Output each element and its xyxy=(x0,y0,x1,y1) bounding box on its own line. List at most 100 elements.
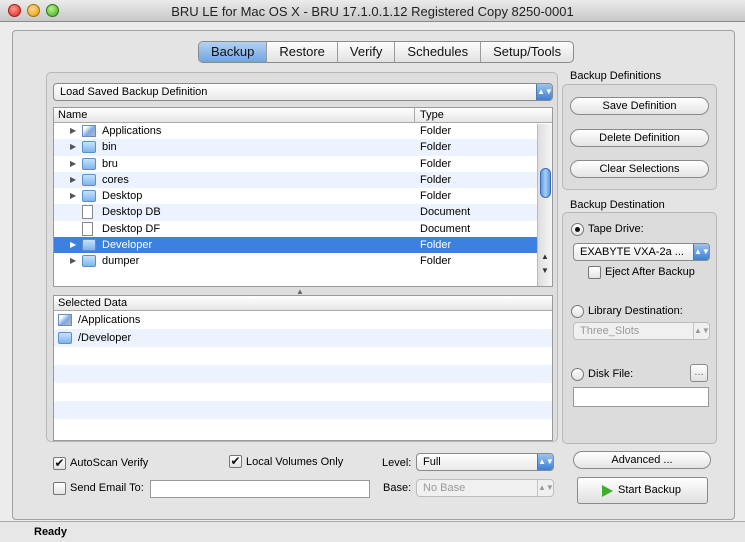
tab-verify[interactable]: Verify xyxy=(336,42,395,62)
file-type: Folder xyxy=(420,255,452,268)
file-type: Folder xyxy=(420,173,452,186)
file-row[interactable]: ▶ dumper Folder xyxy=(54,253,552,269)
file-name: bin xyxy=(102,141,117,154)
empty-row xyxy=(54,347,552,365)
file-table-header: Name Type xyxy=(54,108,552,123)
popup-arrows-icon: ▲▼ xyxy=(537,480,554,496)
base-popup[interactable]: No Base ▲▼ xyxy=(416,479,554,497)
file-name: Desktop DB xyxy=(102,206,161,219)
empty-row xyxy=(54,383,552,401)
selected-data-rows: /Applications /Developer xyxy=(54,311,552,437)
file-browser-table[interactable]: Name Type ▶ Applications Folder ▶ bin Fo… xyxy=(53,107,553,287)
file-type: Folder xyxy=(420,125,452,137)
file-row[interactable]: Desktop DF Document xyxy=(54,221,552,237)
document-icon xyxy=(82,205,93,220)
folder-icon xyxy=(82,157,96,170)
empty-row xyxy=(54,365,552,383)
start-backup-label: Start Backup xyxy=(618,484,681,496)
disclosure-triangle-icon[interactable]: ▶ xyxy=(70,188,76,204)
tape-drive-popup[interactable]: EXABYTE VXA-2a ... ▲▼ xyxy=(573,243,710,261)
application-folder-icon xyxy=(58,314,72,326)
disk-file-path-field[interactable] xyxy=(573,387,709,407)
backup-destination-title: Backup Destination xyxy=(570,199,665,211)
disclosure-triangle-icon[interactable]: ▶ xyxy=(70,139,76,155)
library-destination-popup[interactable]: Three_Slots ▲▼ xyxy=(573,322,710,340)
selected-data-header: Selected Data xyxy=(54,296,552,311)
title-bar: BRU LE for Mac OS X - BRU 17.1.0.1.12 Re… xyxy=(0,0,745,22)
selected-item[interactable]: /Applications xyxy=(54,311,552,329)
window-title: BRU LE for Mac OS X - BRU 17.1.0.1.12 Re… xyxy=(171,4,574,19)
scrollbar-thumb[interactable] xyxy=(540,168,551,198)
file-rows: ▶ Applications Folder ▶ bin Folder ▶ bru… xyxy=(54,123,552,270)
tab-schedules[interactable]: Schedules xyxy=(394,42,480,62)
file-type: Folder xyxy=(420,239,452,252)
column-divider xyxy=(414,108,415,123)
file-row[interactable]: ▶ bru Folder xyxy=(54,156,552,172)
developer-folder-icon xyxy=(58,332,72,344)
start-backup-button[interactable]: Start Backup xyxy=(577,477,708,504)
tape-drive-value: EXABYTE VXA-2a ... xyxy=(580,246,684,258)
library-destination-label: Library Destination: xyxy=(588,305,683,317)
scroll-down-arrow-icon[interactable]: ▼ xyxy=(541,266,549,275)
disclosure-triangle-icon[interactable]: ▶ xyxy=(70,156,76,172)
eject-after-backup-label: Eject After Backup xyxy=(605,266,695,278)
popup-arrows-icon: ▲▼ xyxy=(693,244,710,260)
file-row[interactable]: ▶ bin Folder xyxy=(54,139,552,156)
disclosure-triangle-icon[interactable]: ▶ xyxy=(70,237,76,253)
selected-path: /Developer xyxy=(78,332,132,344)
file-row[interactable]: ▶ Applications Folder xyxy=(54,123,552,139)
local-volumes-only-checkbox[interactable]: ✔ xyxy=(229,455,242,468)
load-definition-label: Load Saved Backup Definition xyxy=(60,86,208,98)
tab-bar: Backup Restore Verify Schedules Setup/To… xyxy=(198,41,575,63)
popup-arrows-icon: ▲▼ xyxy=(693,323,710,339)
file-row[interactable]: ▶ cores Folder xyxy=(54,171,552,189)
autoscan-verify-checkbox[interactable]: ✔ xyxy=(53,457,66,470)
clear-selections-button[interactable]: Clear Selections xyxy=(570,160,709,178)
file-type: Document xyxy=(420,206,471,219)
developer-folder-icon xyxy=(82,239,96,252)
disclosure-triangle-icon[interactable]: ▶ xyxy=(70,253,76,269)
file-name: dumper xyxy=(102,255,140,268)
file-name: Applications xyxy=(102,125,162,137)
base-label: Base: xyxy=(383,482,412,494)
library-destination-radio[interactable] xyxy=(571,305,584,318)
tape-drive-radio[interactable] xyxy=(571,223,584,236)
disk-file-radio[interactable] xyxy=(571,368,584,381)
eject-after-backup-checkbox[interactable] xyxy=(588,266,601,279)
play-icon xyxy=(602,485,613,497)
tab-setup-tools[interactable]: Setup/Tools xyxy=(480,42,573,62)
file-row-selected[interactable]: ▶ Developer Folder xyxy=(54,237,552,254)
file-table-scrollbar[interactable]: ▲ ▼ xyxy=(537,124,552,286)
delete-definition-button[interactable]: Delete Definition xyxy=(570,129,709,147)
file-name: Desktop DF xyxy=(102,222,161,235)
status-bar: Ready xyxy=(0,521,745,542)
empty-row xyxy=(54,419,552,437)
empty-row xyxy=(54,401,552,419)
disclosure-triangle-icon[interactable]: ▶ xyxy=(70,172,76,188)
local-volumes-only-label: Local Volumes Only xyxy=(246,456,344,468)
disclosure-triangle-icon[interactable]: ▶ xyxy=(70,123,76,139)
file-name: bru xyxy=(102,157,118,170)
send-email-checkbox[interactable] xyxy=(53,482,66,495)
email-address-field[interactable] xyxy=(150,480,370,498)
file-type: Folder xyxy=(420,141,452,154)
backup-definitions-title: Backup Definitions xyxy=(570,70,662,82)
file-name: Desktop xyxy=(102,190,143,203)
disk-file-label: Disk File: xyxy=(588,368,634,380)
column-header-name[interactable]: Name xyxy=(58,109,87,121)
disk-file-browse-button[interactable]: ... xyxy=(690,364,708,382)
scroll-up-arrow-icon[interactable]: ▲ xyxy=(541,252,549,261)
column-header-type[interactable]: Type xyxy=(420,109,444,121)
selected-item[interactable]: /Developer xyxy=(54,329,552,347)
save-definition-button[interactable]: Save Definition xyxy=(570,97,709,115)
tab-backup[interactable]: Backup xyxy=(199,42,267,62)
tab-restore[interactable]: Restore xyxy=(266,42,337,62)
level-popup[interactable]: Full ▲▼ xyxy=(416,453,554,471)
advanced-button[interactable]: Advanced ... xyxy=(573,451,711,469)
selected-data-list[interactable]: Selected Data /Applications /Developer xyxy=(53,295,553,441)
folder-icon xyxy=(82,255,96,268)
file-row[interactable]: ▶ Desktop Folder xyxy=(54,188,552,204)
load-definition-popup[interactable]: Load Saved Backup Definition ▲▼ xyxy=(53,83,553,101)
file-row[interactable]: Desktop DB Document xyxy=(54,204,552,221)
file-type: Document xyxy=(420,222,471,235)
